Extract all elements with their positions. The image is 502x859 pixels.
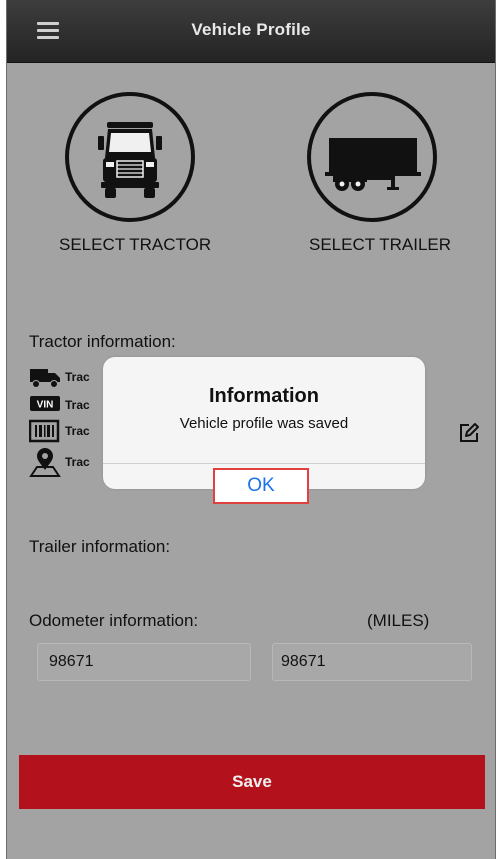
- dialog-message: Vehicle profile was saved: [179, 415, 349, 432]
- tractor-info-text: Trac: [65, 398, 90, 412]
- ok-button[interactable]: OK: [213, 468, 309, 504]
- vin-icon: VIN: [30, 396, 60, 411]
- odometer-units-label: (MILES): [367, 611, 430, 630]
- odometer-heading: Odometer information:: [29, 611, 199, 630]
- trailer-info-heading: Trailer information:: [29, 537, 171, 556]
- select-trailer-button[interactable]: [307, 92, 437, 222]
- select-tractor-label[interactable]: SELECT TRACTOR: [59, 235, 211, 255]
- dialog-divider: [103, 463, 425, 464]
- odometer-input-1[interactable]: 98671: [37, 643, 251, 681]
- information-dialog: Information Vehicle profile was saved OK: [103, 357, 425, 504]
- select-tractor-button[interactable]: [65, 92, 195, 222]
- dialog-title: Information: [209, 385, 319, 407]
- edit-icon[interactable]: [458, 422, 480, 444]
- tractor-info-text: Trac: [65, 455, 90, 469]
- trailer-side-icon: [325, 138, 421, 191]
- top-bar: Vehicle Profile: [7, 0, 495, 62]
- tractor-info-text: Trac: [65, 370, 90, 384]
- vehicle-profile-screen: Vehicle Profile SELECT TRACTOR SELECT TR…: [6, 0, 496, 859]
- save-button[interactable]: Save: [19, 755, 485, 809]
- barcode-icon: [29, 419, 60, 443]
- odometer-input-2[interactable]: 98671: [272, 643, 472, 681]
- truck-icon: [30, 369, 60, 388]
- page-title: Vehicle Profile: [191, 20, 311, 39]
- truck-front-icon: [98, 122, 162, 198]
- select-trailer-label[interactable]: SELECT TRAILER: [309, 235, 451, 255]
- svg-text:VIN: VIN: [37, 400, 54, 411]
- tractor-info-text: Trac: [65, 424, 90, 438]
- tractor-info-heading: Tractor information:: [29, 332, 176, 351]
- location-pin-icon: [29, 448, 61, 477]
